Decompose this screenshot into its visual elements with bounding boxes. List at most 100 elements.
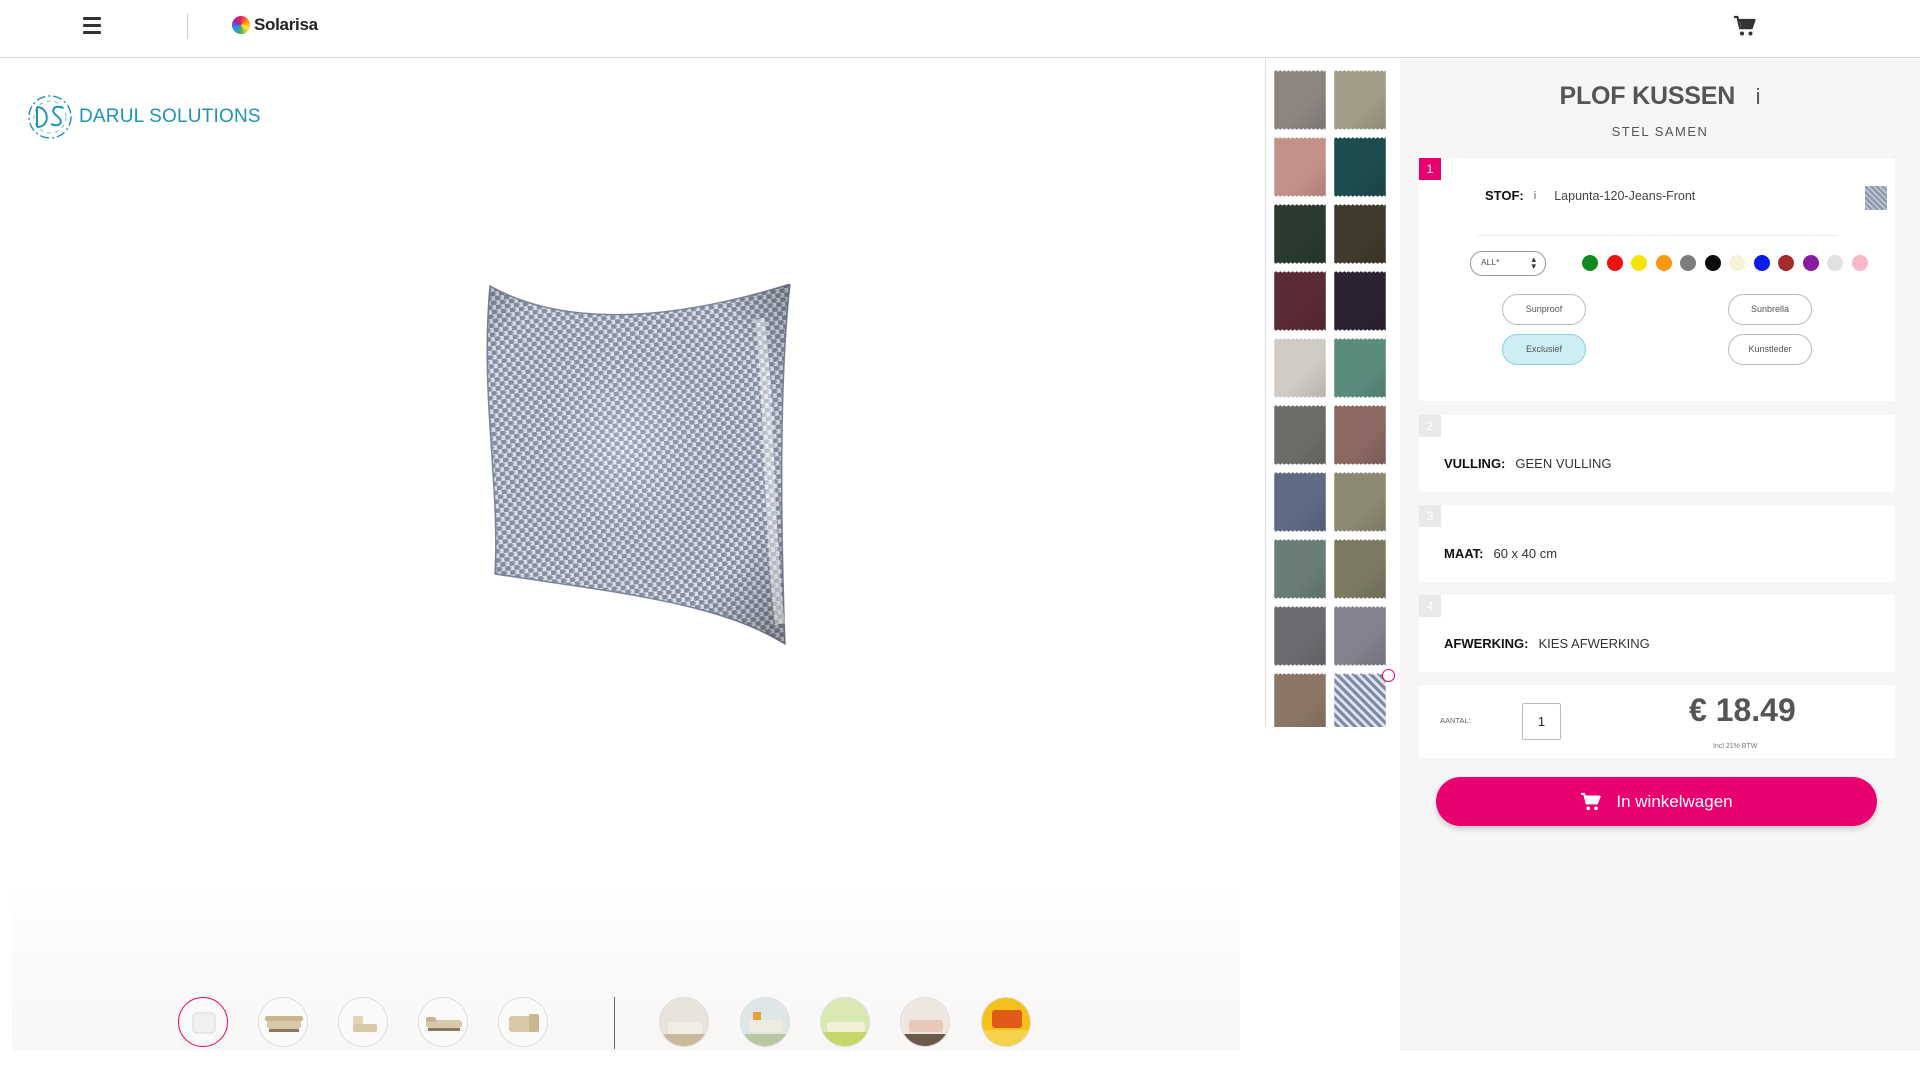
color-filter-dot[interactable]: [1753, 255, 1770, 271]
finish-line: AFWERKING: KIES AFWERKING: [1444, 636, 1650, 651]
fabric-label: STOF:: [1485, 188, 1524, 203]
color-filter-dot[interactable]: [1631, 255, 1647, 271]
fabric-info-icon[interactable]: i: [1534, 190, 1536, 202]
category-select-value: ALL*: [1481, 257, 1500, 267]
product-viewer[interactable]: DARUL SOLUTIONS: [0, 59, 1265, 1051]
partner-logo-text: DARUL SOLUTIONS: [79, 106, 261, 127]
room-thumb-3[interactable]: [820, 997, 870, 1047]
product-info-icon[interactable]: i: [1756, 84, 1761, 109]
view-thumb-sofa[interactable]: [258, 997, 308, 1047]
cart-icon[interactable]: [1733, 14, 1757, 38]
fabric-swatch[interactable]: [1334, 271, 1386, 331]
brand-name: Solarisa: [254, 15, 318, 34]
step-number: 2: [1419, 415, 1441, 437]
room-thumb-2[interactable]: [740, 997, 790, 1047]
selected-check-icon: [1382, 669, 1395, 682]
fabric-swatch[interactable]: [1334, 137, 1386, 197]
cart-icon: [1581, 792, 1602, 810]
add-to-cart-label: In winkelwagen: [1616, 791, 1733, 811]
fabric-swatch[interactable]: [1334, 70, 1386, 130]
filling-value: GEEN VULLING: [1515, 456, 1612, 471]
color-filter-dot[interactable]: [1704, 255, 1721, 271]
fabric-swatch[interactable]: [1334, 539, 1386, 599]
view-thumb-corner[interactable]: [498, 997, 548, 1047]
fabric-swatch[interactable]: [1334, 338, 1386, 398]
quantity-input[interactable]: 1: [1522, 703, 1561, 740]
config-panel: PLOF KUSSEN i STEL SAMEN 1 STOF: i Lapun…: [1400, 59, 1920, 1051]
filter-pill-sunbrella[interactable]: Sunbrella: [1728, 294, 1812, 325]
selected-fabric-thumb[interactable]: [1865, 186, 1887, 210]
finish-label: AFWERKING:: [1444, 636, 1529, 651]
fabric-swatch[interactable]: [1334, 673, 1386, 727]
fabric-swatch[interactable]: [1274, 472, 1326, 532]
divider: [1477, 235, 1837, 236]
top-bar: Solarisa: [0, 0, 1920, 58]
filter-pill-kunstleder[interactable]: Kunstleder: [1728, 334, 1812, 365]
vat-note: Incl 21% BTW: [1713, 743, 1758, 750]
partner-logo: DARUL SOLUTIONS: [25, 87, 261, 147]
product-title: PLOF KUSSEN: [1559, 82, 1736, 110]
fabric-value: Lapunta-120-Jeans-Front: [1554, 188, 1696, 203]
category-select[interactable]: ALL* ▴ ▾: [1470, 251, 1546, 276]
fabric-swatch[interactable]: [1334, 405, 1386, 465]
fabric-swatch[interactable]: [1274, 338, 1326, 398]
pillow-3d-model[interactable]: [480, 284, 800, 669]
fabric-swatch[interactable]: [1274, 606, 1326, 666]
select-arrows-icon: ▴ ▾: [1531, 254, 1536, 271]
thumb-divider: [614, 997, 615, 1049]
product-title-row: PLOF KUSSEN i: [1400, 82, 1920, 111]
brand-logo[interactable]: Solarisa: [232, 15, 318, 35]
filling-line: VULLING: GEEN VULLING: [1444, 456, 1611, 471]
fabric-swatch[interactable]: [1274, 137, 1326, 197]
room-thumb-5[interactable]: [981, 997, 1031, 1047]
product-subtitle: STEL SAMEN: [1611, 124, 1709, 139]
step-finish-card[interactable]: 4 AFWERKING: KIES AFWERKING: [1419, 595, 1895, 672]
brand-mark-icon: [232, 16, 250, 34]
fabric-swatch[interactable]: [1274, 204, 1326, 264]
filter-pill-exclusief[interactable]: Exclusief: [1502, 334, 1586, 365]
color-filter-dot[interactable]: [1606, 255, 1623, 271]
view-thumb-pillow[interactable]: [178, 997, 228, 1047]
view-thumb-bench[interactable]: [418, 997, 468, 1047]
view-thumb-chair[interactable]: [338, 997, 388, 1047]
step-number: 4: [1419, 595, 1441, 617]
quantity-label: AANTAL:: [1440, 716, 1471, 725]
room-thumb-1[interactable]: [659, 997, 709, 1047]
color-filter-dot[interactable]: [1729, 255, 1745, 271]
add-to-cart-button[interactable]: In winkelwagen: [1436, 777, 1877, 826]
color-filter-dot[interactable]: [1655, 255, 1672, 271]
color-filter-dot[interactable]: [1827, 255, 1843, 271]
finish-value: KIES AFWERKING: [1538, 636, 1650, 651]
color-filter-dot[interactable]: [1802, 255, 1819, 271]
size-label: MAAT:: [1444, 546, 1484, 561]
size-line: MAAT: 60 x 40 cm: [1444, 546, 1557, 561]
view-thumbnails: [0, 997, 1265, 1057]
fabric-swatch[interactable]: [1274, 70, 1326, 130]
size-value: 60 x 40 cm: [1493, 546, 1558, 561]
step-fabric-card: 1 STOF: i Lapunta-120-Jeans-Front ALL* ▴…: [1419, 158, 1895, 401]
color-filter-dot[interactable]: [1851, 255, 1868, 271]
color-filter-dot[interactable]: [1778, 255, 1794, 271]
color-filter-dot[interactable]: [1680, 255, 1696, 271]
ds-logo-icon: [28, 95, 72, 139]
room-thumb-4[interactable]: [900, 997, 950, 1047]
filling-label: VULLING:: [1444, 456, 1506, 471]
price: € 18.49: [1689, 692, 1796, 728]
fabric-swatch[interactable]: [1274, 271, 1326, 331]
fabric-swatch[interactable]: [1334, 472, 1386, 532]
color-filter-dot[interactable]: [1582, 255, 1598, 271]
fabric-swatch[interactable]: [1274, 673, 1326, 727]
menu-icon[interactable]: [83, 17, 101, 35]
fabric-swatch[interactable]: [1274, 405, 1326, 465]
fabric-swatch[interactable]: [1334, 204, 1386, 264]
step-filling-card[interactable]: 2 VULLING: GEEN VULLING: [1419, 415, 1895, 492]
step-number: 3: [1419, 505, 1441, 527]
topbar-divider: [187, 14, 188, 39]
fabric-line: STOF: i Lapunta-120-Jeans-Front: [1485, 188, 1695, 203]
step-number: 1: [1419, 158, 1441, 180]
fabric-swatch-list[interactable]: [1265, 59, 1400, 727]
step-size-card[interactable]: 3 MAAT: 60 x 40 cm: [1419, 505, 1895, 582]
fabric-swatch[interactable]: [1274, 539, 1326, 599]
fabric-swatch[interactable]: [1334, 606, 1386, 666]
filter-pill-sunproof[interactable]: Sunproof: [1502, 294, 1586, 325]
